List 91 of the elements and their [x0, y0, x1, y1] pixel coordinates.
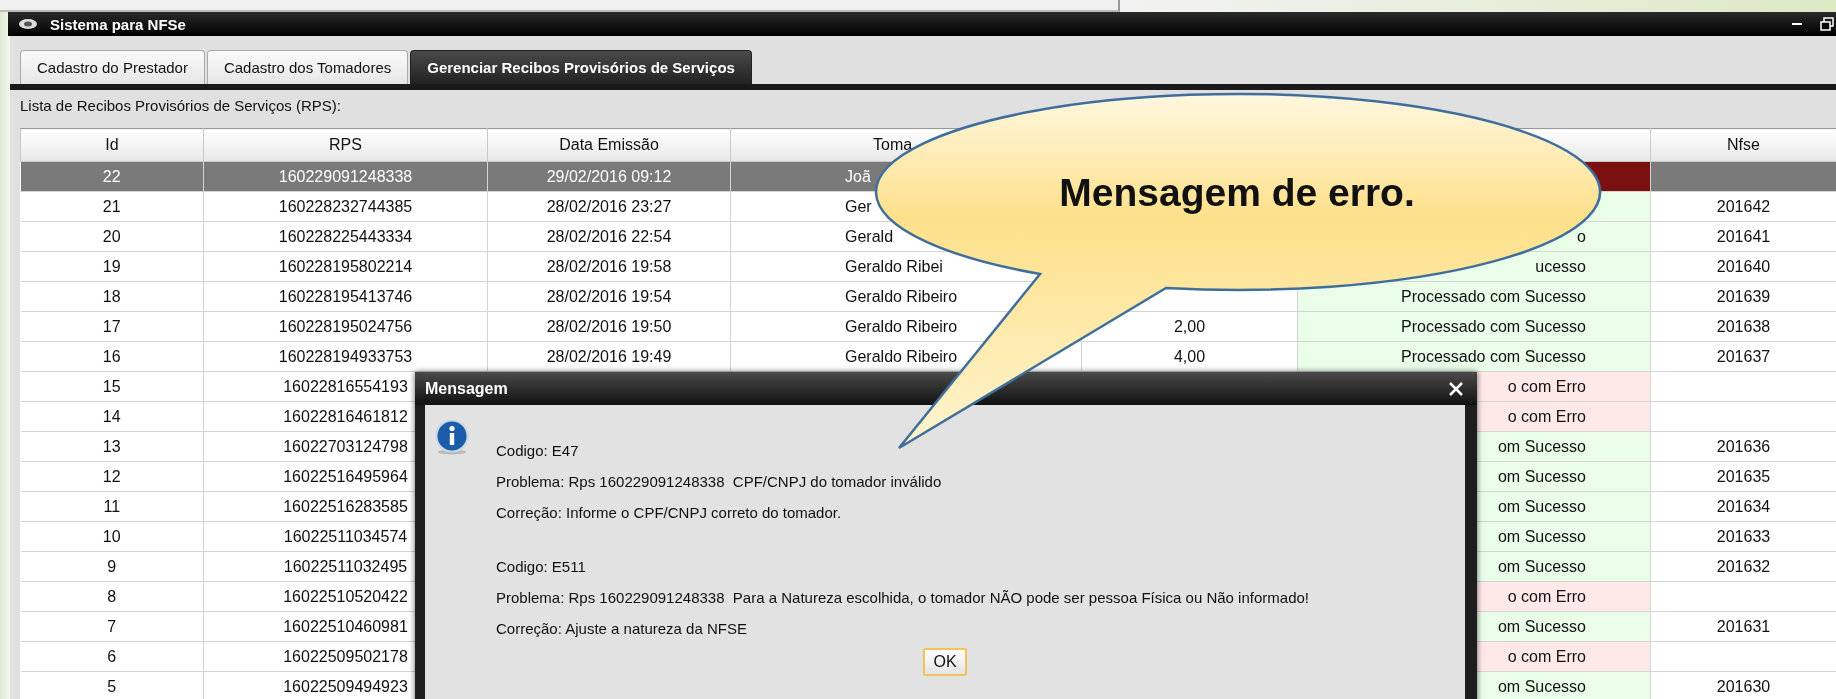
column-header: Nfse [1727, 136, 1760, 154]
table-cell: 21 [102, 197, 121, 216]
table-cell: 160228232744385 [278, 197, 413, 216]
table-cell: 9 [107, 557, 117, 576]
table-cell: 201636 [1716, 437, 1771, 456]
table-cell: 160228194933753 [278, 347, 413, 366]
table-cell: 29/02/2016 09:12 [546, 167, 672, 186]
table-cell: 12 [102, 467, 121, 486]
table-cell: 10 [102, 527, 121, 546]
column-header: Toma [873, 136, 913, 154]
table-cell: 201632 [1716, 557, 1771, 576]
table-cell: 16022816461812 [283, 407, 408, 426]
table-cell: 7 [107, 617, 117, 636]
minimize-icon [1792, 23, 1802, 25]
table-cell: 2,00 [1173, 317, 1206, 336]
table-cell: 28/02/2016 19:54 [546, 287, 672, 306]
table-cell: 16022509502178 [283, 647, 408, 666]
table-cell: 201635 [1716, 467, 1771, 486]
app-icon [18, 18, 38, 30]
table-cell: 19 [102, 257, 121, 276]
table-cell: 160228225443334 [278, 227, 413, 246]
table-cell: 201633 [1716, 527, 1771, 546]
table-cell: 20 [102, 227, 121, 246]
message-line: Problema: Rps 160229091248338 CPF/CNPJ do tomador inválido [496, 472, 942, 492]
column-header: Data Emissão [559, 136, 659, 154]
table-cell: Gerald [845, 227, 894, 246]
table-cell: 201630 [1716, 677, 1771, 696]
table-cell: 22 [102, 167, 121, 186]
table-cell: 14 [102, 407, 121, 426]
table-cell: Geraldo Ribeiro [845, 317, 958, 336]
table-cell: 201640 [1716, 257, 1771, 276]
table-cell: 160228195413746 [278, 287, 413, 306]
table-cell: 16022511034574 [283, 527, 408, 546]
ok-button[interactable]: OK [923, 648, 967, 676]
message-line: Codigo: E47 [496, 441, 579, 461]
table-cell: 201642 [1716, 197, 1771, 216]
table-cell: 15 [102, 377, 121, 396]
window-title: Sistema para NFSe [50, 15, 187, 33]
table-cell: 13 [102, 437, 121, 456]
dialog-title: Mensagem [425, 379, 509, 398]
table-cell: 18 [102, 287, 121, 306]
tab[interactable]: Cadastro dos Tomadores [206, 50, 409, 84]
table-cell: 28/02/2016 23:27 [546, 197, 672, 216]
table-cell: 16022509494923 [283, 677, 408, 696]
table-cell: 16022510460981 [283, 617, 408, 636]
tab[interactable]: Gerenciar Recibos Provisórios de Serviços [410, 50, 752, 84]
table-cell: 28/02/2016 19:49 [546, 347, 672, 366]
table-cell: 201639 [1716, 287, 1771, 306]
table-cell: 160228195802214 [278, 257, 413, 276]
table-cell: 8 [107, 587, 117, 606]
table-cell: 5 [107, 677, 117, 696]
table-cell: 201631 [1716, 617, 1771, 636]
table-cell: Joã [845, 167, 871, 186]
table-cell: 28/02/2016 19:58 [546, 257, 672, 276]
table-cell: 16022510520422 [283, 587, 408, 606]
table-cell: 11 [103, 497, 121, 516]
table-cell: 28/02/2016 22:54 [546, 227, 672, 246]
tab[interactable]: Cadastro do Prestador [20, 50, 205, 84]
table-cell: 6 [107, 647, 117, 666]
table-cell: 4,00 [1173, 347, 1206, 366]
message-line: Correção: Ajuste a natureza da NFSE [496, 619, 747, 639]
table-cell: 16022511032495 [283, 557, 408, 576]
message-line: Codigo: E511 [496, 557, 586, 577]
message-line: Correção: Informe o CPF/CNPJ correto do tomador. [496, 503, 842, 523]
restore-icon [1820, 17, 1834, 31]
table-cell: 17 [102, 317, 121, 336]
table-cell: 16 [102, 347, 121, 366]
status-cell: Processado com Sucesso [1297, 311, 1651, 342]
table-cell: Geraldo Ribei [845, 257, 943, 276]
table-cell: 160229091248338 [278, 167, 413, 186]
table-cell: Geraldo Ribeiro [845, 287, 958, 306]
table-cell: 201637 [1716, 347, 1771, 366]
table-cell: 16022816554193 [283, 377, 408, 396]
table-cell: 16022516283585 [283, 497, 408, 516]
column-header: RPS [329, 136, 362, 154]
info-icon [435, 419, 469, 455]
table-cell: Ger [845, 197, 872, 216]
table-cell: 16022703124798 [283, 437, 408, 456]
table-cell: 16022516495964 [283, 467, 408, 486]
table-cell: 201641 [1716, 227, 1771, 246]
table-cell: Geraldo Ribeiro [845, 347, 958, 366]
table-cell: 28/02/2016 19:50 [546, 317, 672, 336]
list-label: Lista de Recibos Provisórios de Serviços (RPS): [19, 96, 342, 115]
table-cell: 201634 [1716, 497, 1771, 516]
table-cell: 201638 [1716, 317, 1771, 336]
table-cell: 160228195024756 [278, 317, 413, 336]
callout-text: Mensagem de erro. [1059, 171, 1415, 214]
close-icon [1448, 380, 1464, 397]
status-cell: Processado com Sucesso [1297, 341, 1651, 372]
restore-button[interactable] [1818, 14, 1836, 34]
column-header: Id [105, 136, 119, 154]
